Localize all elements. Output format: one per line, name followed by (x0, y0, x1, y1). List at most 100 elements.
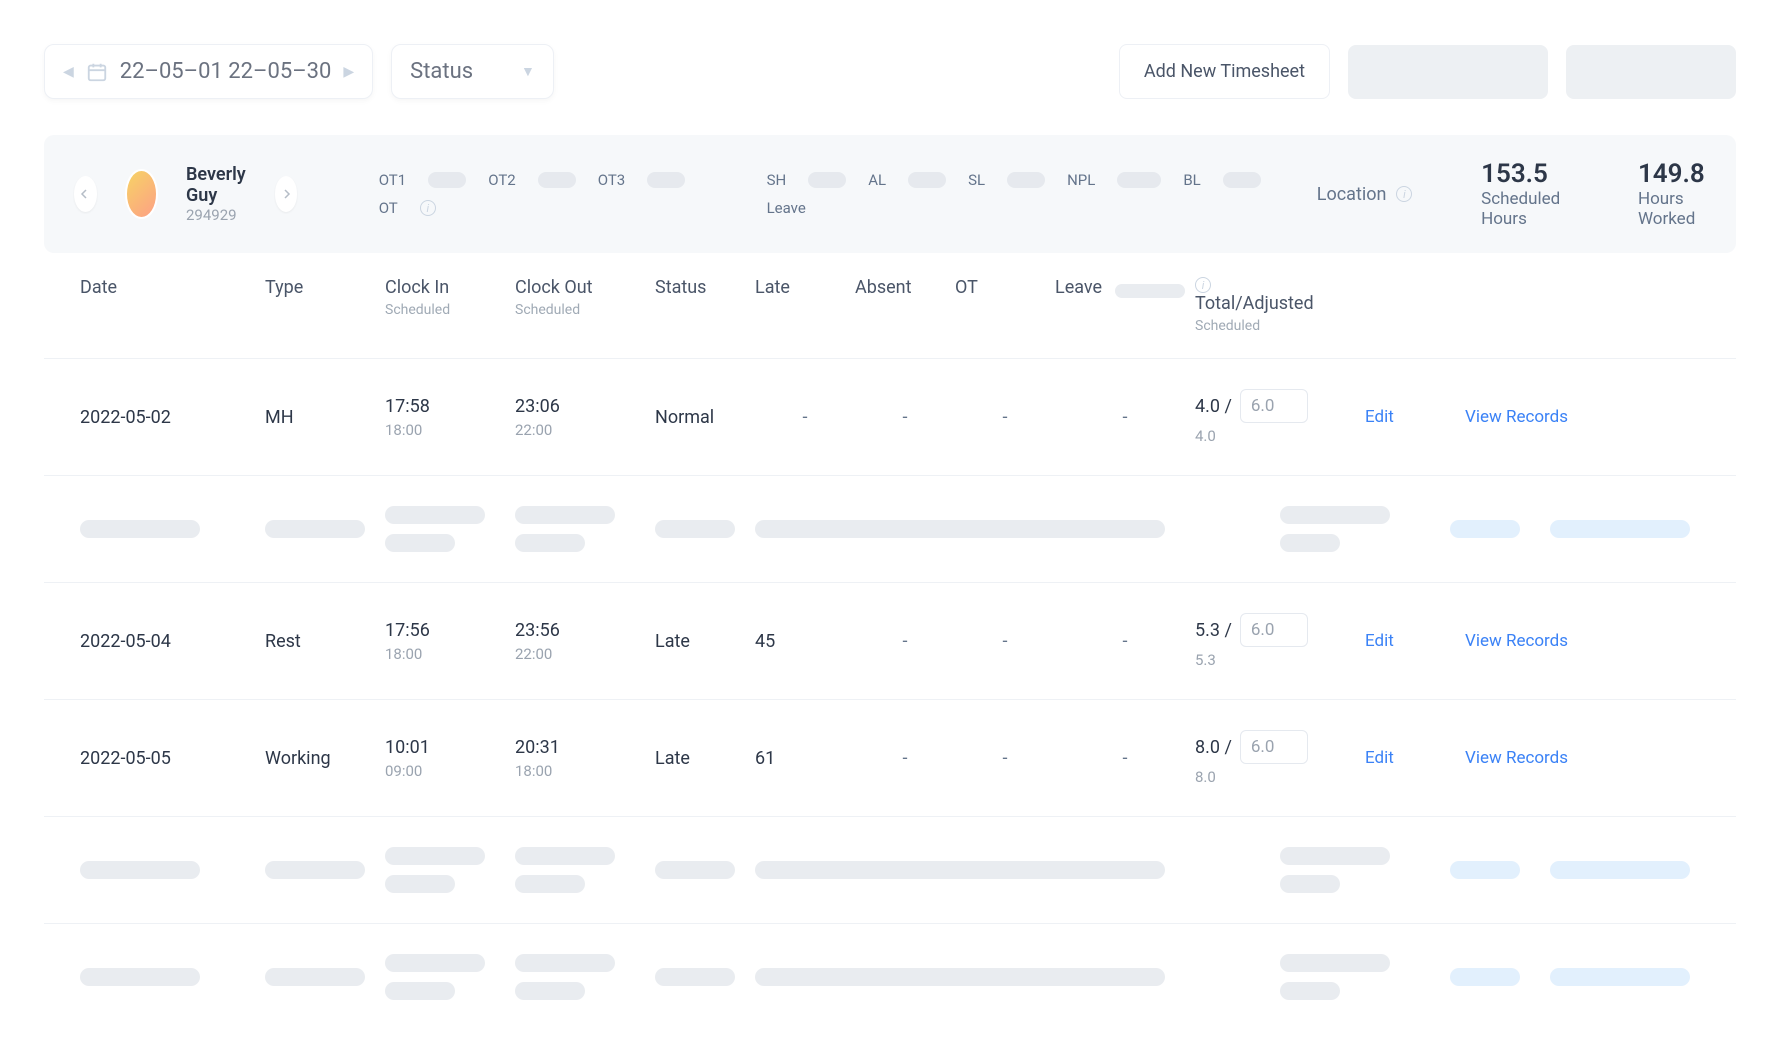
total-value: 4.0 / (1195, 396, 1232, 417)
leave-tag: AL (868, 171, 886, 189)
ot-summary-label: OT (379, 199, 398, 217)
next-employee-button[interactable] (275, 176, 298, 212)
location-filter[interactable]: Location i (1317, 184, 1413, 205)
cell-late: 61 (755, 748, 855, 769)
cell-clockin: 10:0109:00 (385, 737, 515, 780)
employee-name: Beverly Guy (186, 164, 247, 206)
leave-tag: SL (968, 171, 985, 189)
location-label: Location (1317, 184, 1387, 205)
chevron-down-icon: ▼ (521, 63, 535, 80)
skeleton-col (1115, 284, 1185, 298)
total-value: 5.3 / (1195, 620, 1232, 641)
date-range-text: 22–05–01 22–05–30 (120, 59, 332, 84)
total-scheduled: 4.0 (1195, 427, 1365, 445)
cell-ot: - (955, 748, 1055, 769)
info-icon: i (1195, 277, 1211, 293)
info-icon: i (1396, 186, 1412, 202)
cell-clockout: 20:3118:00 (515, 737, 655, 780)
skeleton-row (44, 816, 1736, 923)
cell-leave: - (1055, 407, 1195, 428)
worked-hours-label: Hours Worked (1638, 189, 1706, 229)
cell-late: 45 (755, 631, 855, 652)
leave-summary-label: Leave (767, 199, 806, 217)
skeleton-button (1348, 45, 1548, 99)
leave-tag: BL (1183, 171, 1200, 189)
worked-hours-value: 149.8 (1638, 159, 1706, 189)
ot-tag: OT1 (379, 171, 407, 189)
ot-tag: OT3 (598, 171, 626, 189)
chevron-left-icon[interactable]: ◀ (63, 64, 74, 80)
date-range-picker[interactable]: ◀ 22–05–01 22–05–30 ▶ (44, 44, 373, 99)
cell-status: Normal (655, 407, 755, 428)
cell-ot: - (955, 407, 1055, 428)
cell-type: Working (265, 748, 385, 769)
col-absent: Absent (855, 277, 955, 298)
adjusted-input[interactable] (1240, 389, 1308, 423)
scheduled-hours-stat: 153.5 Scheduled Hours (1481, 159, 1563, 229)
cell-late: - (755, 407, 855, 428)
cell-type: Rest (265, 631, 385, 652)
col-clockin: Clock In (385, 277, 515, 298)
prev-employee-button[interactable] (74, 176, 97, 212)
table-row: 2022-05-05 Working 10:0109:00 20:3118:00… (44, 699, 1736, 816)
chevron-right-icon[interactable]: ▶ (343, 64, 354, 80)
col-clockout: Clock Out (515, 277, 655, 298)
ot-tags-row: OT1 OT2 OT3 (379, 171, 686, 189)
cell-ot: - (955, 631, 1055, 652)
adjusted-input[interactable] (1240, 730, 1308, 764)
worked-hours-stat: 149.8 Hours Worked (1638, 159, 1706, 229)
edit-link[interactable]: Edit (1365, 631, 1394, 651)
calendar-icon (86, 61, 108, 83)
add-timesheet-button[interactable]: Add New Timesheet (1119, 44, 1330, 99)
cell-status: Late (655, 631, 755, 652)
status-filter[interactable]: Status ▼ (391, 44, 554, 99)
col-date: Date (80, 277, 265, 298)
cell-absent: - (855, 748, 955, 769)
cell-status: Late (655, 748, 755, 769)
info-icon[interactable]: i (420, 200, 436, 216)
cell-type: MH (265, 407, 385, 428)
table-row: 2022-05-04 Rest 17:5618:00 23:5622:00 La… (44, 582, 1736, 699)
skeleton-row (44, 923, 1736, 1030)
cell-clockout: 23:5622:00 (515, 620, 655, 663)
leave-tag: NPL (1067, 171, 1095, 189)
leave-tag: SH (767, 171, 787, 189)
status-label: Status (410, 59, 473, 84)
col-status: Status (655, 277, 755, 298)
table-row: 2022-05-02 MH 17:5818:00 23:0622:00 Norm… (44, 358, 1736, 475)
cell-leave: - (1055, 631, 1195, 652)
col-total: Total/Adjusted (1195, 293, 1365, 314)
edit-link[interactable]: Edit (1365, 407, 1394, 427)
scheduled-hours-value: 153.5 (1481, 159, 1563, 189)
cell-date: 2022-05-02 (80, 407, 265, 428)
cell-clockin: 17:5818:00 (385, 396, 515, 439)
cell-clockout: 23:0622:00 (515, 396, 655, 439)
leave-tags-row: SH AL SL NPL BL (767, 171, 1261, 189)
avatar (125, 169, 158, 219)
view-records-link[interactable]: View Records (1465, 748, 1568, 768)
topbar: ◀ 22–05–01 22–05–30 ▶ Status ▼ Add New T… (44, 44, 1736, 99)
skeleton-row (44, 475, 1736, 582)
employee-id: 294929 (186, 206, 247, 224)
cell-clockin: 17:5618:00 (385, 620, 515, 663)
skeleton-button (1566, 45, 1736, 99)
ot-tag: OT2 (488, 171, 516, 189)
cell-absent: - (855, 631, 955, 652)
total-scheduled: 8.0 (1195, 768, 1365, 786)
cell-absent: - (855, 407, 955, 428)
cell-leave: - (1055, 748, 1195, 769)
edit-link[interactable]: Edit (1365, 748, 1394, 768)
total-value: 8.0 / (1195, 737, 1232, 758)
col-late: Late (755, 277, 855, 298)
employee-summary-bar: Beverly Guy 294929 OT1 OT2 OT3 OT i SH A… (44, 135, 1736, 253)
col-ot: OT (955, 277, 1055, 298)
total-scheduled: 5.3 (1195, 651, 1365, 669)
view-records-link[interactable]: View Records (1465, 407, 1568, 427)
view-records-link[interactable]: View Records (1465, 631, 1568, 651)
table-header: Date Type Clock InScheduled Clock OutSch… (44, 253, 1736, 358)
col-type: Type (265, 277, 385, 298)
scheduled-hours-label: Scheduled Hours (1481, 189, 1563, 229)
adjusted-input[interactable] (1240, 613, 1308, 647)
cell-date: 2022-05-05 (80, 748, 265, 769)
cell-date: 2022-05-04 (80, 631, 265, 652)
